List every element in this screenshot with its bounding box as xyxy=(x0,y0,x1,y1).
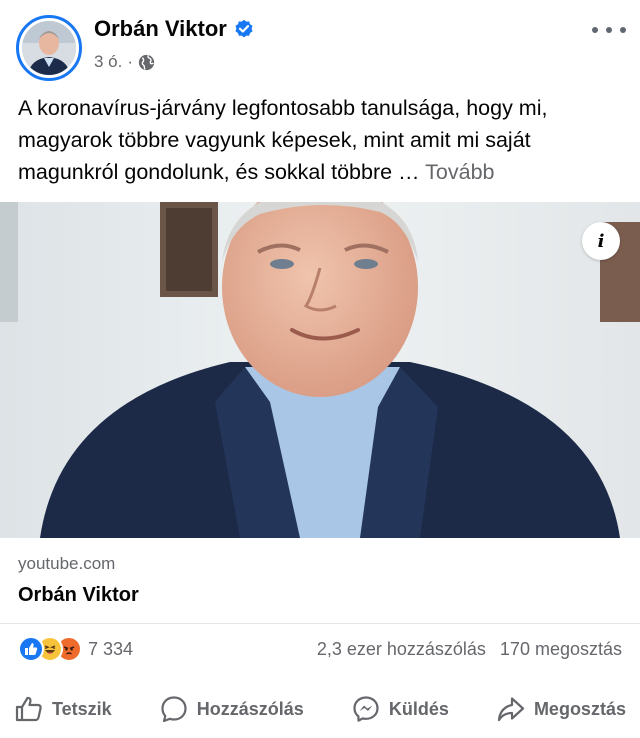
author-block: Orbán Viktor xyxy=(94,16,254,42)
send-label: Küldés xyxy=(388,698,449,719)
reactions-summary[interactable]: 7 334 xyxy=(18,636,133,662)
like-label: Tetszik xyxy=(52,698,112,719)
share-label: Megosztás xyxy=(533,698,626,719)
share-count[interactable]: 170 megosztás xyxy=(500,639,622,660)
preview-photo xyxy=(0,202,640,538)
comment-count[interactable]: 2,3 ezer hozzászólás xyxy=(317,639,486,660)
reaction-count: 7 334 xyxy=(88,638,134,659)
more-dot xyxy=(606,27,612,33)
author-avatar[interactable] xyxy=(16,15,82,81)
send-button[interactable]: Küldés xyxy=(351,694,449,724)
info-icon[interactable]: i xyxy=(582,222,620,260)
share-button[interactable]: Megosztás xyxy=(496,694,626,724)
link-preview-image[interactable]: i xyxy=(0,202,640,538)
post-stats: 7 334 2,3 ezer hozzászólás 170 megosztás xyxy=(0,628,640,672)
see-more-link[interactable]: Tovább xyxy=(425,160,494,184)
thumbs-up-icon xyxy=(15,696,42,722)
more-dot xyxy=(592,27,598,33)
like-reaction-icon xyxy=(18,636,44,662)
messenger-icon xyxy=(353,696,379,722)
more-dot xyxy=(620,27,626,33)
share-arrow-icon xyxy=(497,697,525,722)
comment-label: Hozzászólás xyxy=(196,698,304,719)
link-domain: youtube.com xyxy=(18,554,116,573)
link-preview-card[interactable]: youtube.com Orbán Viktor xyxy=(0,538,640,624)
comment-button[interactable]: Hozzászólás xyxy=(159,694,304,724)
author-name[interactable]: Orbán Viktor xyxy=(94,16,227,42)
avatar-photo xyxy=(22,21,76,75)
meta-separator: · xyxy=(127,52,134,71)
engagement-counts: 2,3 ezer hozzászólás 170 megosztás xyxy=(317,639,622,660)
post-time[interactable]: 3 ó. xyxy=(94,52,122,72)
verified-badge-icon xyxy=(235,19,253,38)
more-options-icon[interactable] xyxy=(592,18,626,42)
comment-icon xyxy=(161,696,187,723)
post-text: A koronavírus-járvány legfontosabb tanul… xyxy=(18,92,624,188)
post-header: Orbán Viktor 3 ó. · xyxy=(0,0,640,90)
action-bar: Tetszik Hozzászólás Küldés Megosztás xyxy=(0,680,640,738)
globe-icon xyxy=(138,54,155,70)
link-title: Orbán Viktor xyxy=(18,584,139,606)
info-glyph: i xyxy=(597,230,605,252)
like-button[interactable]: Tetszik xyxy=(14,694,112,724)
post-meta: 3 ó. · xyxy=(94,52,155,72)
